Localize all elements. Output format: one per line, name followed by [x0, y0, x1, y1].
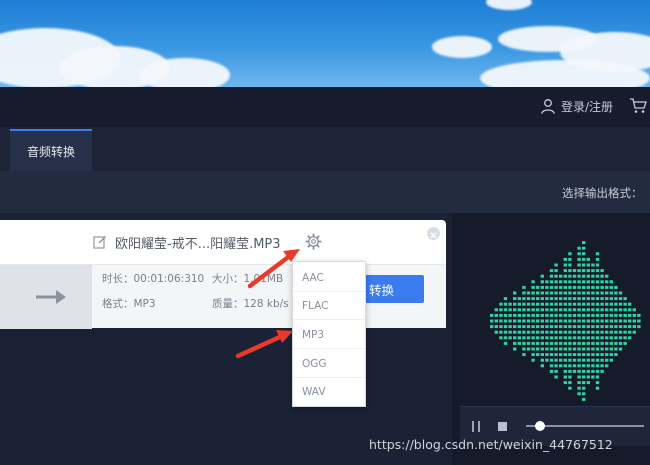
tab-audio-convert[interactable]: 音频转换: [10, 129, 92, 171]
format-text: 格式：MP3: [102, 298, 156, 310]
format-option-label: MP3: [302, 328, 325, 341]
cloud: [140, 58, 230, 87]
file-card: 欧阳耀莹-戒不...阳耀莹.MP3 时长：00:01:06:310 大小：1.0…: [0, 220, 446, 329]
convert-label: 转换: [368, 282, 394, 298]
cloud: [432, 36, 492, 58]
file-card-header: 欧阳耀莹-戒不...阳耀莹.MP3: [0, 220, 446, 264]
format-option-label: WAV: [302, 386, 326, 398]
watermark-text: https://blog.csdn.net/weixin_44767512: [369, 437, 613, 452]
format-option-mp3[interactable]: MP3: [293, 321, 365, 349]
file-name: 欧阳耀莹-戒不...阳耀莹.MP3: [115, 237, 281, 252]
duration-text: 时长：00:01:06:310: [102, 273, 205, 285]
format-option-ogg[interactable]: OGG: [293, 350, 365, 378]
top-header: 登录/注册: [0, 87, 650, 127]
file-thumbnail: [0, 265, 92, 329]
format-option-label: AAC: [302, 271, 324, 284]
arrow-right-icon: [36, 290, 66, 304]
quality-text: 质量：128 kb/s: [212, 298, 289, 310]
login-label: 登录/注册: [561, 99, 614, 114]
format-option-flac[interactable]: FLAC: [293, 292, 365, 320]
cart-icon[interactable]: [629, 97, 647, 115]
stop-icon[interactable]: [498, 422, 507, 431]
sky-banner: [0, 0, 650, 87]
format-option-label: OGG: [302, 357, 327, 370]
format-dropdown: AAC FLAC MP3 OGG WAV: [292, 261, 366, 407]
annotation-arrow: [235, 330, 293, 359]
format-option-aac[interactable]: AAC: [293, 264, 365, 292]
file-card-body: 时长：00:01:06:310 大小：1.01MB 格式：MP3 质量：128 …: [0, 264, 446, 329]
audio-visualizer-panel: [452, 213, 650, 465]
output-format-bar: 选择输出格式：: [0, 171, 650, 213]
cloud: [486, 0, 532, 10]
user-icon: [541, 99, 555, 114]
login-button[interactable]: 登录/注册: [540, 95, 613, 117]
seek-bar[interactable]: [526, 421, 644, 431]
format-option-label: FLAC: [302, 299, 329, 312]
close-icon[interactable]: [427, 227, 440, 240]
tab-label: 音频转换: [26, 144, 75, 159]
equalizer-bars: [490, 241, 641, 401]
seek-handle[interactable]: [535, 421, 545, 431]
format-option-wav[interactable]: WAV: [293, 378, 365, 406]
size-text: 大小：1.01MB: [212, 273, 284, 285]
edit-icon[interactable]: [93, 235, 107, 249]
output-format-label: 选择输出格式：: [562, 186, 643, 200]
tab-bar: 音频转换: [0, 127, 650, 171]
gear-icon[interactable]: [305, 233, 322, 250]
pause-icon[interactable]: [472, 421, 482, 433]
